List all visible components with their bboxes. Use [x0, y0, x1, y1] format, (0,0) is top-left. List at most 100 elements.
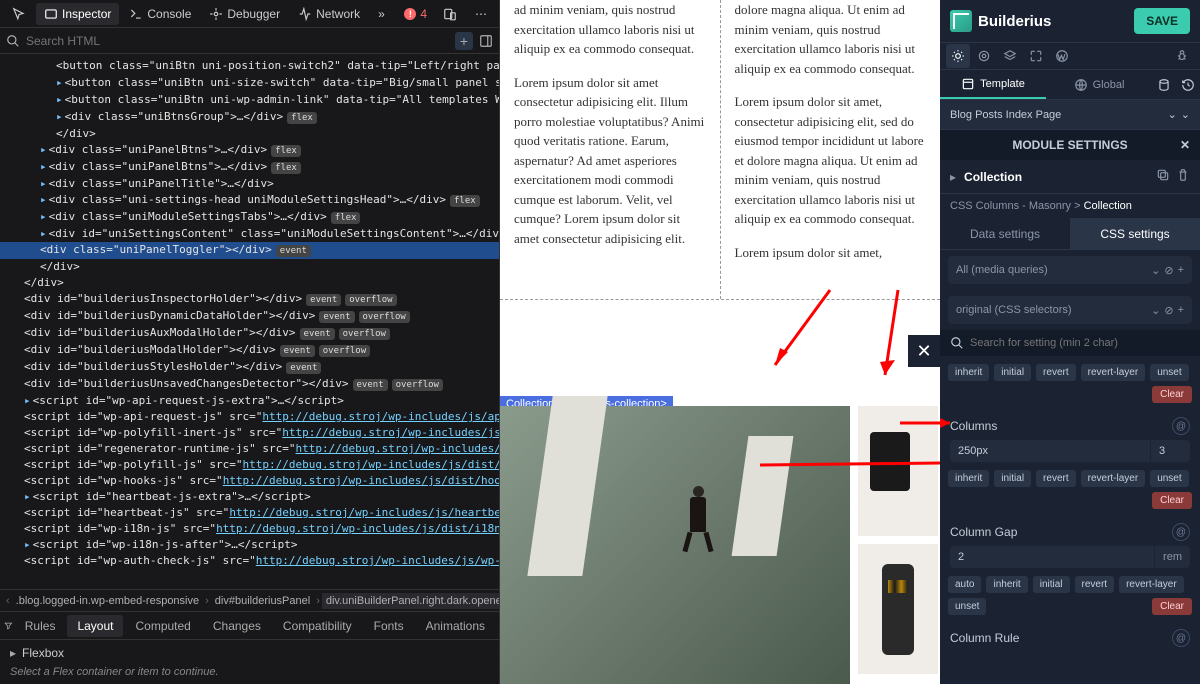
at-icon[interactable]: @ — [1172, 417, 1190, 435]
tree-node[interactable]: ▸<button class="uniBtn uni-wp-admin-link… — [0, 92, 499, 109]
more-icon[interactable]: ⋯ — [467, 3, 495, 25]
tree-node[interactable]: ▸<div class="uniModuleSettingsTabs">…</d… — [0, 209, 499, 226]
tree-node[interactable]: <script id="wp-polyfill-inert-js" src="h… — [0, 425, 499, 441]
chevron-right-icon[interactable]: ▸ — [950, 170, 956, 184]
clear-button[interactable]: Clear — [1152, 492, 1192, 509]
dom-tree[interactable]: <button class="uniBtn uni-position-switc… — [0, 54, 499, 589]
tree-node[interactable]: <script id="wp-i18n-js" src="http://debu… — [0, 521, 499, 537]
btab-animations[interactable]: Animations — [416, 615, 495, 637]
kw-revert-layer[interactable]: revert-layer — [1081, 364, 1146, 381]
crumb[interactable]: .blog.logged-in.wp-embed-responsive — [12, 593, 203, 609]
bug-icon[interactable] — [1170, 44, 1194, 68]
gap-value-input[interactable] — [950, 546, 1154, 568]
tree-node[interactable]: ▸<div class="uniPanelBtns">…</div>flex — [0, 159, 499, 176]
setting-search-input[interactable] — [970, 337, 1190, 349]
error-count[interactable]: !4 — [398, 7, 433, 21]
kw-revert[interactable]: revert — [1036, 470, 1076, 487]
btab-layout[interactable]: Layout — [67, 615, 123, 637]
preview-close-button[interactable]: ✕ — [908, 335, 940, 367]
tree-node[interactable]: <script id="wp-polyfill-js" src="http://… — [0, 457, 499, 473]
null-icon[interactable]: ⊘ — [1164, 304, 1173, 317]
node-picker-icon[interactable] — [4, 3, 34, 25]
plus-icon[interactable]: + — [1178, 304, 1184, 316]
tab-inspector[interactable]: Inspector — [36, 3, 119, 25]
close-icon[interactable]: ✕ — [1176, 136, 1194, 154]
kw-inherit[interactable]: inherit — [986, 576, 1027, 593]
columns-width-input[interactable] — [950, 440, 1150, 462]
selector-select[interactable]: original (CSS selectors) ⌄⊘+ — [948, 296, 1192, 324]
history-icon[interactable] — [1176, 70, 1200, 99]
btab-computed[interactable]: Computed — [125, 615, 200, 637]
tree-node[interactable]: <div id="builderiusStylesHolder"></div>e… — [0, 359, 499, 376]
tree-node[interactable]: ▸<div class="uni-settings-head uniModule… — [0, 192, 499, 209]
trash-icon[interactable] — [1176, 168, 1190, 185]
tab-overflow[interactable]: » — [370, 3, 393, 25]
crumb[interactable]: div#builderiusPanel — [211, 593, 314, 609]
tab-css-settings[interactable]: CSS settings — [1070, 218, 1200, 249]
kw-initial[interactable]: initial — [1033, 576, 1070, 593]
tree-node[interactable]: </div> — [0, 259, 499, 275]
kw-inherit[interactable]: inherit — [948, 470, 989, 487]
tree-node[interactable]: <div id="builderiusAuxModalHolder"></div… — [0, 325, 499, 342]
kw-initial[interactable]: initial — [994, 470, 1031, 487]
tree-node[interactable]: ▸<button class="uniBtn uni-size-switch" … — [0, 75, 499, 92]
kw-initial[interactable]: initial — [994, 364, 1031, 381]
html-search-input[interactable] — [26, 34, 449, 48]
layers-icon[interactable] — [998, 44, 1022, 68]
tree-node[interactable]: ▸<script id="wp-i18n-js-after">…</script… — [0, 537, 499, 553]
btab-changes[interactable]: Changes — [203, 615, 271, 637]
btab-compatibility[interactable]: Compatibility — [273, 615, 362, 637]
btab-rules[interactable]: Rules — [15, 615, 66, 637]
funnel-icon[interactable] — [4, 619, 13, 633]
kw-unset[interactable]: unset — [948, 598, 986, 615]
tree-node[interactable]: ▸<div class="uniPanelBtns">…</div>flex — [0, 142, 499, 159]
tree-node[interactable]: ▸<div class="uniPanelTitle">…</div> — [0, 176, 499, 192]
wordpress-icon[interactable] — [1050, 44, 1074, 68]
plus-icon[interactable]: + — [1178, 264, 1184, 276]
at-icon[interactable]: @ — [1172, 629, 1190, 647]
scope-global[interactable]: Global — [1046, 70, 1152, 99]
tree-node[interactable]: ▸<div id="uniSettingsContent" class="uni… — [0, 226, 499, 242]
tree-node[interactable]: <script id="wp-api-request-js" src="http… — [0, 409, 499, 425]
crumb-active[interactable]: div.uniBuilderPanel.right.dark.opened — [322, 593, 499, 609]
tab-debugger[interactable]: Debugger — [201, 3, 288, 25]
collapse-icon[interactable]: ⌄ — [1181, 108, 1190, 121]
tree-node[interactable]: <script id="regenerator-runtime-js" src=… — [0, 441, 499, 457]
tree-node[interactable]: ▸<script id="heartbeat-js-extra">…</scri… — [0, 489, 499, 505]
tab-network[interactable]: Network — [290, 3, 368, 25]
tree-node[interactable]: <div id="builderiusModalHolder"></div>ev… — [0, 342, 499, 359]
tree-node[interactable]: <div id="builderiusUnsavedChangesDetecto… — [0, 376, 499, 393]
tree-node[interactable]: <script id="heartbeat-js" src="http://de… — [0, 505, 499, 521]
null-icon[interactable]: ⊘ — [1164, 264, 1173, 277]
kw-revert[interactable]: revert — [1036, 364, 1076, 381]
tree-node[interactable]: <script id="wp-auth-check-js" src="http:… — [0, 553, 499, 569]
tree-node[interactable]: </div> — [0, 275, 499, 291]
kw-auto[interactable]: auto — [948, 576, 981, 593]
kw-revert-layer[interactable]: revert-layer — [1119, 576, 1184, 593]
responsive-icon[interactable] — [435, 3, 465, 25]
crumb-chevron-left[interactable]: ‹ — [4, 595, 12, 607]
tree-node[interactable]: <div id="builderiusInspectorHolder"></di… — [0, 291, 499, 308]
gap-unit-select[interactable]: rem — [1154, 546, 1190, 568]
at-icon[interactable]: @ — [1172, 523, 1190, 541]
tree-node-selected[interactable]: <div class="uniPanelToggler"></div>event — [0, 242, 499, 259]
media-query-select[interactable]: All (media queries) ⌄⊘+ — [948, 256, 1192, 284]
tree-node[interactable]: </div> — [0, 126, 499, 142]
tree-node[interactable]: <div id="builderiusDynamicDataHolder"></… — [0, 308, 499, 325]
database-icon[interactable] — [1152, 70, 1176, 99]
clear-button[interactable]: Clear — [1152, 598, 1192, 615]
save-button[interactable]: SAVE — [1134, 8, 1190, 34]
tree-node[interactable]: ▸<script id="wp-api-request-js-extra">…<… — [0, 393, 499, 409]
chevron-down-icon[interactable]: ⌄ — [1168, 108, 1177, 121]
clear-button[interactable]: Clear — [1152, 386, 1192, 403]
kw-unset[interactable]: unset — [1150, 364, 1188, 381]
kw-revert[interactable]: revert — [1075, 576, 1115, 593]
page-select-bar[interactable]: Blog Posts Index Page ⌄⌄ — [940, 100, 1200, 130]
sidebar-toggle-icon[interactable] — [479, 34, 493, 48]
sun-icon[interactable] — [946, 44, 970, 68]
tree-node[interactable]: <script id="wp-hooks-js" src="http://deb… — [0, 473, 499, 489]
target-icon[interactable] — [972, 44, 996, 68]
add-element-button[interactable]: + — [455, 32, 473, 50]
tab-data-settings[interactable]: Data settings — [940, 218, 1070, 249]
kw-inherit[interactable]: inherit — [948, 364, 989, 381]
